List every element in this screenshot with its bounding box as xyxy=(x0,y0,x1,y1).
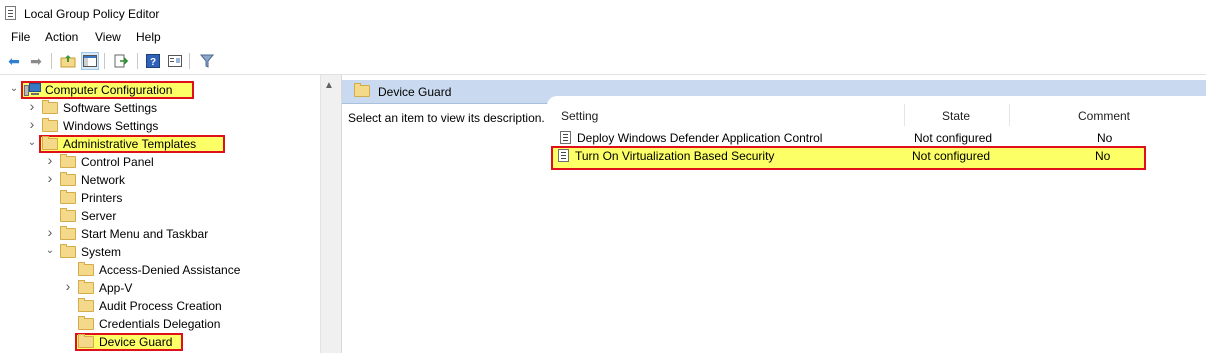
menu-view[interactable]: View xyxy=(95,30,121,44)
tree-node[interactable]: › Network xyxy=(0,170,320,189)
tree-scrollbar[interactable]: ▲ xyxy=(320,75,337,353)
tree-node-label: Printers xyxy=(81,191,123,205)
column-header-state[interactable]: State xyxy=(942,109,970,123)
toolbar-separator xyxy=(104,53,105,69)
description-text: Select an item to view its description. xyxy=(348,111,545,125)
chevron-right-icon[interactable]: › xyxy=(45,170,55,186)
setting-name: Deploy Windows Defender Application Cont… xyxy=(577,131,823,145)
toolbar-separator xyxy=(189,53,190,69)
computer-icon xyxy=(24,83,41,96)
tree-node-label: Credentials Delegation xyxy=(99,317,221,331)
up-folder-icon[interactable] xyxy=(59,52,77,70)
folder-icon xyxy=(60,154,76,168)
column-header-comment[interactable]: Comment xyxy=(1078,109,1130,123)
menu-file[interactable]: File xyxy=(11,30,30,44)
tree-node[interactable]: Device Guard xyxy=(0,333,320,351)
folder-icon xyxy=(78,262,94,276)
policy-setting-icon xyxy=(560,131,571,144)
title-bar: Local Group Policy Editor xyxy=(0,0,1206,27)
menu-action[interactable]: Action xyxy=(45,30,78,44)
setting-state: Not configured xyxy=(912,149,991,163)
svg-text:?: ? xyxy=(150,57,156,68)
tree-node[interactable]: ⌄ Administrative Templates xyxy=(0,135,320,153)
menu-help[interactable]: Help xyxy=(136,30,161,44)
folder-icon xyxy=(78,316,94,330)
tree-node[interactable]: Audit Process Creation xyxy=(0,297,320,315)
toolbar-separator xyxy=(51,53,52,69)
filter-icon[interactable] xyxy=(198,52,216,70)
column-separator[interactable] xyxy=(1009,104,1010,126)
tree-node-label: App-V xyxy=(99,281,133,295)
policy-setting-icon xyxy=(558,149,569,162)
folder-icon xyxy=(42,100,58,114)
chevron-right-icon[interactable]: › xyxy=(27,116,37,132)
tree-node[interactable]: ⌄ Computer Configuration xyxy=(0,81,320,99)
folder-icon xyxy=(60,208,76,222)
chevron-down-icon[interactable]: ⌄ xyxy=(9,83,19,94)
folder-icon xyxy=(60,190,76,204)
window-title: Local Group Policy Editor xyxy=(24,7,160,21)
chevron-right-icon[interactable]: › xyxy=(27,98,37,114)
show-hide-tree-icon[interactable] xyxy=(81,52,99,70)
tree-node-label: Network xyxy=(81,173,126,187)
setting-state: Not configured xyxy=(914,131,993,145)
toolbar: ⬅ ➡ ? xyxy=(0,48,1206,75)
tree-node[interactable]: › Control Panel xyxy=(0,152,320,171)
chevron-down-icon[interactable]: ⌄ xyxy=(27,137,37,148)
column-separator[interactable] xyxy=(904,104,905,126)
tree-node-label: Computer Configuration xyxy=(45,83,173,97)
tree-node-label: Administrative Templates xyxy=(63,137,197,151)
setting-row[interactable]: Deploy Windows Defender Application Cont… xyxy=(553,128,1146,148)
tree-node[interactable]: Access-Denied Assistance xyxy=(0,261,320,279)
setting-row[interactable]: Turn On Virtualization Based Security Not… xyxy=(551,146,1146,170)
tree-node-label: Access-Denied Assistance xyxy=(99,263,241,277)
tree-node[interactable]: › Start Menu and Taskbar xyxy=(0,224,320,243)
settings-list: Setting State Comment Deploy Windows Def… xyxy=(547,96,1206,353)
folder-icon xyxy=(60,226,76,240)
folder-icon xyxy=(42,118,58,132)
tree-node-label: System xyxy=(81,245,122,259)
chevron-right-icon[interactable]: › xyxy=(63,278,73,294)
description-pane: Select an item to view its description. xyxy=(342,104,547,353)
tree-node[interactable]: ⌄ System xyxy=(0,243,320,261)
toolbar-separator xyxy=(137,53,138,69)
chevron-right-icon[interactable]: › xyxy=(45,152,55,168)
export-list-icon[interactable] xyxy=(112,52,130,70)
tree-node-label: Start Menu and Taskbar xyxy=(81,227,209,241)
console-tree[interactable]: ⌄ Computer Configuration › Software Setting… xyxy=(0,75,320,353)
group-policy-app-icon xyxy=(5,6,16,20)
folder-icon xyxy=(42,136,58,150)
chevron-down-icon[interactable]: ⌄ xyxy=(45,245,55,256)
menu-bar: File Action View Help xyxy=(0,27,1206,47)
tree-node-label: Control Panel xyxy=(81,155,154,169)
tree-node-label: Windows Settings xyxy=(63,119,159,133)
tree-node[interactable]: Server xyxy=(0,207,320,225)
forward-icon[interactable]: ➡ xyxy=(27,52,45,70)
setting-comment: No xyxy=(1097,131,1113,145)
tree-node-label: Server xyxy=(81,209,117,223)
folder-icon xyxy=(78,334,94,348)
tree-node[interactable]: Credentials Delegation xyxy=(0,315,320,333)
folder-icon xyxy=(60,172,76,186)
folder-icon xyxy=(354,83,370,97)
scroll-up-arrow-icon[interactable]: ▲ xyxy=(324,80,334,91)
back-icon[interactable]: ⬅ xyxy=(5,52,23,70)
setting-name: Turn On Virtualization Based Security xyxy=(575,149,775,163)
setting-comment: No xyxy=(1095,149,1111,163)
tree-node[interactable]: › App-V xyxy=(0,278,320,297)
tree-node[interactable]: › Windows Settings xyxy=(0,116,320,135)
chevron-right-icon[interactable]: › xyxy=(45,224,55,240)
folder-icon xyxy=(78,280,94,294)
tree-node-label: Device Guard xyxy=(99,335,173,349)
properties-view-icon[interactable] xyxy=(166,52,184,70)
tree-node-label: Software Settings xyxy=(63,101,158,115)
tree-node[interactable]: Printers xyxy=(0,189,320,207)
tree-node[interactable]: › Software Settings xyxy=(0,98,320,117)
tree-node-label: Audit Process Creation xyxy=(99,299,222,313)
details-header-title: Device Guard xyxy=(378,85,452,99)
column-header-setting[interactable]: Setting xyxy=(561,109,598,123)
folder-icon xyxy=(60,244,76,258)
help-icon[interactable]: ? xyxy=(144,52,162,70)
folder-icon xyxy=(78,298,94,312)
